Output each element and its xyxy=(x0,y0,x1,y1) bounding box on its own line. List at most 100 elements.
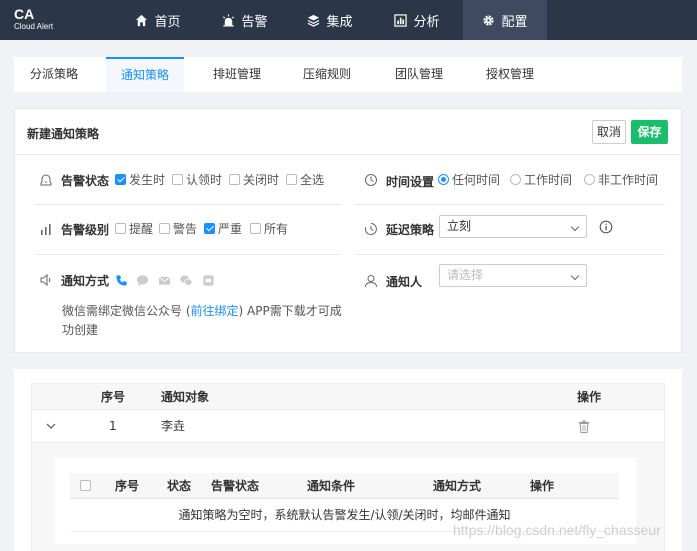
option-label: 严重 xyxy=(218,222,243,236)
email-icon[interactable] xyxy=(158,274,171,287)
wechat-binding-note: 微信需绑定微信公众号 (前往绑定) APP需下载才可成功创建 xyxy=(62,302,352,340)
col-action: 操作 xyxy=(577,390,602,404)
notifier-placeholder: 请选择 xyxy=(447,268,484,282)
alert-level-label: 告警级别 xyxy=(61,223,110,237)
option-label: 所有 xyxy=(264,222,289,236)
checkbox[interactable] xyxy=(250,223,261,234)
watermark: https://blog.csdn.net/fly_chasseur xyxy=(453,522,661,538)
row-index: 1 xyxy=(109,419,117,433)
chevron-down-icon xyxy=(570,271,580,281)
row-target: 李垚 xyxy=(161,419,186,433)
home-icon xyxy=(136,14,148,26)
nav-integration[interactable]: 集成 xyxy=(290,0,370,40)
col-target: 通知对象 xyxy=(161,390,210,404)
level-remind-checkbox[interactable]: 提醒 xyxy=(115,220,153,237)
option-label: 提醒 xyxy=(129,222,154,236)
note-text: 微信需绑定微信公众号 ( xyxy=(62,304,191,318)
delay-value: 立刻 xyxy=(447,219,472,233)
inner-col-method: 通知方式 xyxy=(433,479,482,493)
time-nonwork-radio[interactable]: 非工作时间 xyxy=(584,171,658,188)
user-icon xyxy=(365,275,377,288)
status-claim-checkbox[interactable]: 认领时 xyxy=(172,171,222,188)
radio[interactable] xyxy=(584,174,595,185)
nav-config[interactable]: 配置 xyxy=(463,0,547,40)
tab-notify-policy[interactable]: 通知策略 xyxy=(106,57,184,92)
top-nav-bar: CA Cloud Alert 首页 告警 集成 分析 配置 xyxy=(0,0,697,40)
trash-icon[interactable] xyxy=(578,420,590,433)
level-warning-checkbox[interactable]: 警告 xyxy=(159,220,197,237)
nav-label: 集成 xyxy=(326,14,353,30)
app-icon[interactable] xyxy=(202,274,215,287)
save-button[interactable]: 保存 xyxy=(631,120,668,144)
tab-dispatch-policy[interactable]: 分派策略 xyxy=(14,57,94,92)
wechat-icon[interactable] xyxy=(179,274,193,287)
logo-text: CA xyxy=(14,6,35,22)
chevron-down-icon[interactable] xyxy=(46,422,56,430)
option-label: 任何时间 xyxy=(452,173,501,187)
delay-policy-label: 延迟策略 xyxy=(386,223,435,237)
new-policy-form: 新建通知策略 取消 保存 告警状态 发生时 认领时 关闭时 全选 时间设置 任何… xyxy=(14,108,682,353)
level-all-checkbox[interactable]: 所有 xyxy=(250,220,288,237)
chevron-down-icon xyxy=(570,222,580,232)
divider xyxy=(355,204,665,205)
option-label: 工作时间 xyxy=(524,173,573,187)
level-severe-checkbox[interactable]: 严重 xyxy=(204,220,242,237)
nav-label: 告警 xyxy=(241,14,268,30)
nav-label: 首页 xyxy=(154,14,181,30)
app-logo[interactable]: CA Cloud Alert xyxy=(14,7,53,32)
table-header: 序号 通知对象 操作 xyxy=(31,383,665,410)
cancel-button[interactable]: 取消 xyxy=(592,120,626,144)
tab-team[interactable]: 团队管理 xyxy=(380,57,458,92)
divider xyxy=(35,204,341,205)
notifier-label: 通知人 xyxy=(386,275,423,289)
nav-label: 分析 xyxy=(413,14,440,30)
checkbox[interactable] xyxy=(229,174,240,185)
inner-table-header: 序号 状态 告警状态 通知条件 通知方式 操作 xyxy=(70,473,619,499)
notifier-select[interactable]: 请选择 xyxy=(439,264,587,287)
delay-select[interactable]: 立刻 xyxy=(439,215,587,238)
inner-col-condition: 通知条件 xyxy=(307,479,356,493)
phone-icon[interactable] xyxy=(115,274,128,287)
time-any-radio[interactable]: 任何时间 xyxy=(438,171,500,188)
checkbox-checked[interactable] xyxy=(204,223,215,234)
checkbox[interactable] xyxy=(115,223,126,234)
option-label: 警告 xyxy=(173,222,198,236)
nav-alerts[interactable]: 告警 xyxy=(205,0,285,40)
radio[interactable] xyxy=(510,174,521,185)
alert-status-label: 告警状态 xyxy=(61,174,110,188)
option-label: 非工作时间 xyxy=(598,173,659,187)
table-row: 1 李垚 xyxy=(31,410,665,443)
checkbox-checked[interactable] xyxy=(115,174,126,185)
nav-home[interactable]: 首页 xyxy=(118,0,198,40)
bind-wechat-link[interactable]: 前往绑定 xyxy=(191,304,239,318)
bell-icon xyxy=(40,174,52,186)
bar-level-icon xyxy=(41,224,51,235)
checkbox[interactable] xyxy=(159,223,170,234)
sms-icon[interactable] xyxy=(136,274,149,287)
siren-icon xyxy=(223,13,235,27)
status-all-checkbox[interactable]: 全选 xyxy=(286,171,324,188)
radio-selected[interactable] xyxy=(438,174,449,185)
divider xyxy=(15,154,681,155)
status-close-checkbox[interactable]: 关闭时 xyxy=(229,171,279,188)
select-all-checkbox[interactable] xyxy=(80,480,91,491)
time-work-radio[interactable]: 工作时间 xyxy=(510,171,572,188)
logo-subtitle: Cloud Alert xyxy=(14,22,54,31)
delay-clock-icon xyxy=(364,223,377,235)
layers-icon xyxy=(308,14,320,27)
status-occur-checkbox[interactable]: 发生时 xyxy=(115,171,165,188)
tab-authorization[interactable]: 授权管理 xyxy=(471,57,549,92)
option-label: 全选 xyxy=(300,173,325,187)
chart-icon xyxy=(394,13,408,27)
inner-col-index: 序号 xyxy=(115,479,140,493)
tab-schedule[interactable]: 排班管理 xyxy=(198,57,276,92)
checkbox[interactable] xyxy=(286,174,297,185)
tab-bar: 分派策略 通知策略 排班管理 压缩规则 团队管理 授权管理 xyxy=(14,57,682,92)
info-icon[interactable] xyxy=(599,220,613,234)
divider xyxy=(35,254,341,255)
divider xyxy=(355,254,665,255)
tab-compress-rules[interactable]: 压缩规则 xyxy=(288,57,366,92)
time-setting-label: 时间设置 xyxy=(386,175,435,189)
checkbox[interactable] xyxy=(172,174,183,185)
nav-analysis[interactable]: 分析 xyxy=(377,0,457,40)
